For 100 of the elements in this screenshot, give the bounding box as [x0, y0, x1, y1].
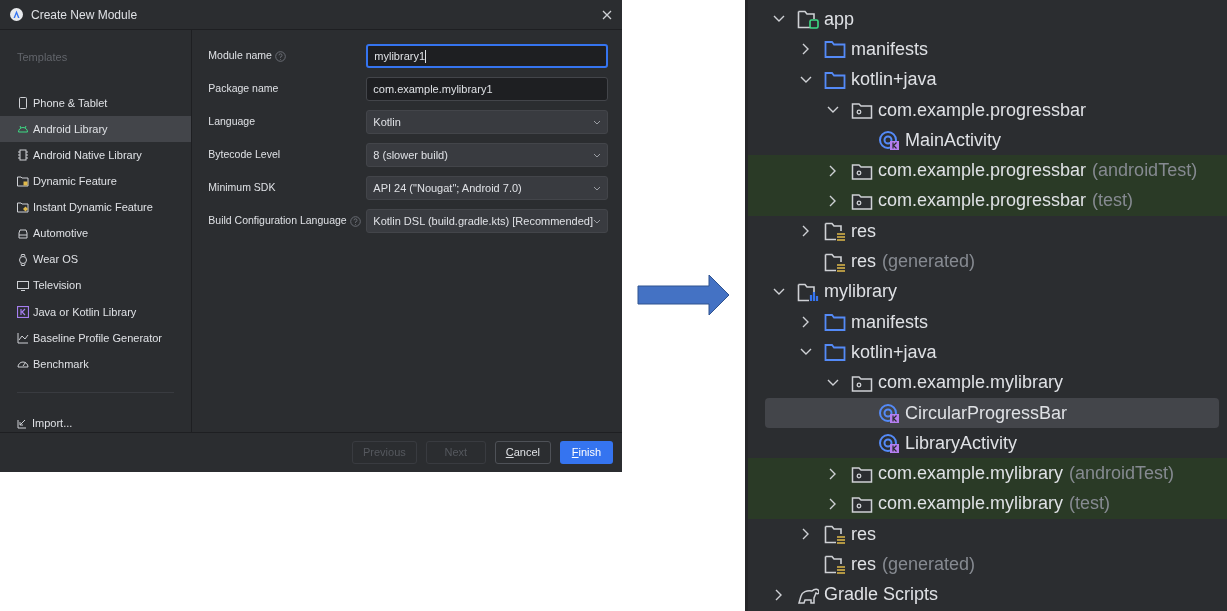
template-item[interactable]: Benchmark	[0, 350, 192, 378]
test-source-row[interactable]: com.example.progressbar (androidTest)	[748, 155, 1227, 186]
template-item[interactable]: Phone & Tablet	[0, 90, 192, 117]
field-label: Minimum SDK	[208, 180, 276, 196]
field-label: Build Configuration Language	[208, 213, 347, 229]
test-source-row[interactable]: com.example.mylibrary (test)	[748, 488, 1227, 520]
phone-icon	[17, 97, 29, 110]
tree-item-label[interactable]: CircularProgressBar	[905, 399, 1068, 427]
selected-tree-row[interactable]: CircularProgressBar	[765, 397, 1219, 429]
tree-item-label[interactable]: res	[851, 551, 876, 578]
resource-folder-icon	[824, 523, 846, 546]
resource-folder-icon	[824, 220, 846, 243]
tree-item-note: (androidTest)	[1092, 159, 1198, 183]
tree-item-label[interactable]: app	[824, 5, 855, 33]
class-icon	[878, 402, 900, 424]
template-item[interactable]: Wear OS	[0, 246, 192, 273]
tree-item-label[interactable]: com.example.progressbar	[878, 96, 1087, 124]
module-folder-icon	[797, 8, 819, 31]
template-item[interactable]: Baseline Profile Generator	[0, 324, 192, 351]
tree-item-note: (test)	[1069, 492, 1111, 516]
dropdown-field[interactable]: Kotlin DSL (build.gradle.kts) [Recommended]	[366, 209, 608, 233]
folder-icon	[17, 175, 29, 188]
chevron-down-icon[interactable]	[800, 75, 812, 84]
template-item[interactable]: Automotive	[0, 220, 192, 247]
chevron-right-icon[interactable]	[802, 225, 810, 238]
input-field[interactable]: com.example.mylibrary1	[366, 77, 608, 101]
gauge-icon	[17, 358, 29, 370]
tree-item-label[interactable]: mylibrary	[824, 278, 897, 306]
import-icon	[17, 417, 28, 429]
template-item[interactable]: Android Library	[0, 116, 192, 143]
field-label: Bytecode Level	[208, 147, 281, 163]
kotlin-icon	[17, 305, 29, 318]
template-item[interactable]: Android Native Library	[0, 142, 192, 169]
tree-item-label[interactable]: res	[851, 520, 876, 548]
chevron-down-icon[interactable]	[773, 287, 785, 296]
window-title: Create New Module	[31, 6, 139, 24]
chevron-down-icon	[593, 119, 601, 125]
chevron-down-icon[interactable]	[773, 15, 785, 24]
test-source-row[interactable]: com.example.mylibrary (androidTest)	[748, 458, 1227, 489]
chevron-right-icon[interactable]	[829, 194, 837, 207]
chevron-right-icon[interactable]	[802, 43, 810, 56]
close-icon[interactable]	[602, 9, 612, 20]
app-logo-icon	[10, 8, 23, 21]
chevron-right-icon[interactable]	[802, 528, 810, 541]
field-label: Module name	[208, 48, 272, 64]
tree-item-label[interactable]: com.example.mylibrary	[878, 490, 1064, 518]
tree-item-label[interactable]: MainActivity	[905, 126, 1002, 154]
tree-item-label[interactable]: com.example.progressbar	[878, 187, 1087, 215]
import-link[interactable]: Import...	[32, 414, 73, 432]
template-item[interactable]: Dynamic Feature	[0, 168, 192, 195]
arrow-icon	[636, 273, 731, 316]
chevron-down-icon	[593, 152, 601, 158]
chip-icon	[17, 149, 29, 162]
chevron-down-icon	[593, 185, 601, 191]
chart-icon	[17, 331, 29, 344]
chevron-down-icon[interactable]	[827, 106, 839, 115]
tree-item-label[interactable]: com.example.mylibrary	[878, 460, 1064, 488]
tree-item-label[interactable]: Gradle Scripts	[824, 581, 939, 609]
chevron-right-icon[interactable]	[775, 588, 783, 601]
tree-item-label[interactable]: kotlin+java	[851, 338, 937, 366]
watch-icon	[17, 253, 29, 266]
chevron-down-icon[interactable]	[827, 378, 839, 387]
folder-icon	[824, 311, 846, 334]
dialog-button[interactable]: Cancel	[494, 441, 551, 464]
chevron-right-icon[interactable]	[829, 164, 837, 177]
template-item[interactable]: Instant Dynamic Feature	[0, 194, 192, 221]
monitor-icon	[17, 279, 29, 292]
chevron-down-icon[interactable]	[800, 348, 812, 357]
tree-item-note: (generated)	[882, 250, 976, 273]
sidebar-heading: Templates	[16, 50, 69, 63]
dropdown-field[interactable]: API 24 ("Nougat"; Android 7.0)	[366, 176, 608, 200]
chevron-right-icon[interactable]	[802, 316, 810, 329]
dropdown-field[interactable]: Kotlin	[366, 110, 608, 134]
tree-item-label[interactable]: manifests	[851, 35, 929, 63]
chevron-down-icon	[593, 218, 601, 224]
tree-item-label[interactable]: res	[851, 217, 876, 245]
resource-folder-icon	[824, 553, 846, 576]
folder-icon	[824, 38, 846, 61]
tree-item-note: (generated)	[882, 553, 976, 576]
finish-button[interactable]: Finish	[560, 441, 613, 464]
template-item[interactable]: Television	[0, 272, 192, 299]
tree-item-label[interactable]: manifests	[851, 308, 929, 336]
field-label: Package name	[208, 81, 279, 97]
tree-item-label[interactable]: kotlin+java	[851, 66, 937, 94]
tree-item-label[interactable]: res	[851, 248, 876, 275]
input-field[interactable]: mylibrary1	[366, 44, 608, 68]
folder-icon	[824, 341, 846, 364]
class-icon	[878, 129, 900, 152]
class-icon	[878, 432, 900, 455]
template-item[interactable]: Java or Kotlin Library	[0, 298, 192, 325]
field-label: Language	[208, 114, 255, 130]
chevron-right-icon[interactable]	[829, 467, 837, 480]
tree-item-label[interactable]: com.example.progressbar	[878, 157, 1087, 185]
tree-item-label[interactable]: LibraryActivity	[905, 429, 1018, 457]
dropdown-field[interactable]: 8 (slower build)	[366, 143, 608, 167]
test-source-row[interactable]: com.example.progressbar (test)	[748, 185, 1227, 217]
tree-item-label[interactable]: com.example.mylibrary	[878, 369, 1064, 397]
car-icon	[17, 227, 29, 240]
chevron-right-icon[interactable]	[829, 497, 837, 510]
tree-item-note: (test)	[1092, 189, 1134, 213]
